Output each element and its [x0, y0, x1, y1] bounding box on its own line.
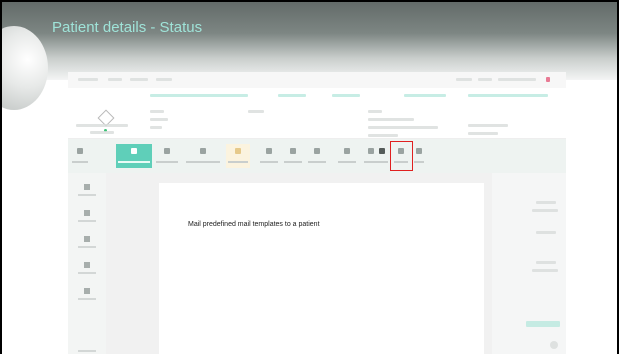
- toolbar-button[interactable]: [282, 144, 304, 168]
- sidebar-item[interactable]: [68, 207, 106, 229]
- app-top-navigation: [68, 72, 566, 88]
- toolbar-button[interactable]: [412, 144, 426, 168]
- slide-caption: Mail predefined mail templates to a pati…: [188, 221, 320, 228]
- slide-title: Patient details - Status: [52, 19, 203, 36]
- sidebar-item[interactable]: [68, 337, 106, 354]
- toolbar-button[interactable]: [154, 144, 180, 168]
- toolbar-button[interactable]: [184, 144, 222, 168]
- mail-button-highlight: [390, 141, 413, 171]
- toolbar-button[interactable]: [226, 144, 250, 168]
- sidebar-item[interactable]: [68, 181, 106, 203]
- sidebar-item[interactable]: [68, 233, 106, 255]
- sidebar-item[interactable]: [68, 285, 106, 307]
- toolbar-button[interactable]: [374, 144, 390, 168]
- toolbar-button[interactable]: [306, 144, 328, 168]
- patient-header: [68, 88, 566, 139]
- right-panel: [492, 173, 566, 354]
- toolbar-button[interactable]: [258, 144, 280, 168]
- toolbar: [68, 139, 566, 173]
- toolbar-button[interactable]: [336, 144, 358, 168]
- overlay-panel: [159, 183, 484, 354]
- toolbar-button[interactable]: [70, 144, 90, 168]
- toolbar-button-selected[interactable]: [116, 144, 152, 168]
- slide-header-band: [2, 2, 617, 80]
- sidebar-item[interactable]: [68, 259, 106, 281]
- left-sidebar: [68, 173, 106, 354]
